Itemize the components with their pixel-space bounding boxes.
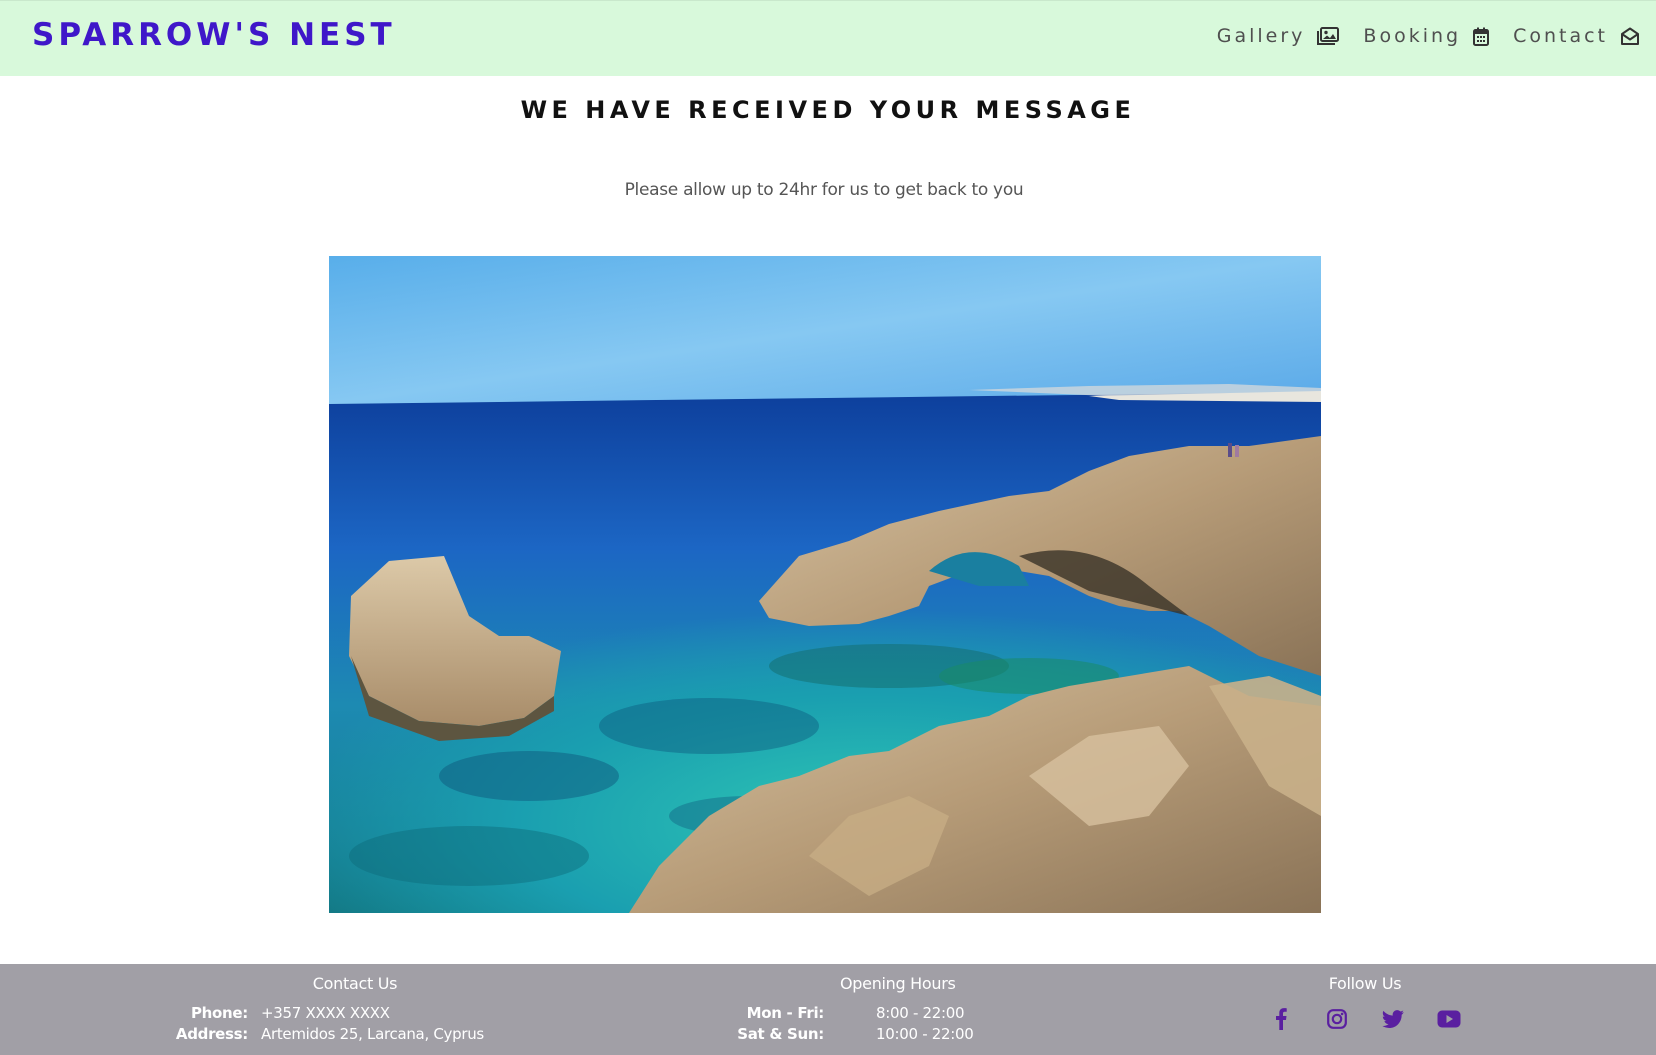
footer-hours-section: Opening Hours Mon - Fri: 8:00 - 22:00 Sa… (737, 974, 1050, 1043)
nav-booking-label: Booking (1363, 25, 1462, 47)
footer-hours-title: Opening Hours (840, 974, 956, 993)
hero-image (329, 256, 1321, 913)
calendar-icon (1473, 27, 1490, 46)
youtube-icon[interactable] (1432, 1007, 1466, 1031)
facebook-icon[interactable] (1264, 1007, 1298, 1031)
footer-follow-title: Follow Us (1328, 974, 1402, 993)
weekend-hours-value: 10:00 - 22:00 (876, 1025, 974, 1043)
images-icon (1317, 27, 1340, 45)
phone-label: Phone: (190, 1004, 248, 1022)
envelope-open-icon (1620, 27, 1640, 46)
weekend-hours-label: Sat & Sun: (737, 1025, 824, 1043)
phone-value: +357 XXXX XXXX (261, 1004, 390, 1022)
footer-follow-section: Follow Us (1220, 974, 1510, 1031)
footer-contact-section: Contact Us Phone: +357 XXXX XXXX Address… (176, 974, 530, 1043)
nav-links: Gallery Booking Contact (1217, 25, 1640, 47)
footer: Contact Us Phone: +357 XXXX XXXX Address… (0, 964, 1656, 1055)
address-label: Address: (175, 1025, 248, 1043)
nav-gallery-link[interactable]: Gallery (1217, 25, 1340, 47)
weekday-hours-value: 8:00 - 22:00 (876, 1004, 965, 1022)
nav-contact-label: Contact (1513, 25, 1608, 47)
nav-contact-link[interactable]: Contact (1513, 25, 1640, 47)
page-subtext: Please allow up to 24hr for us to get ba… (624, 180, 1024, 200)
address-value: Artemidos 25, Larcana, Cyprus (261, 1025, 484, 1043)
navbar: SPARROW'S NEST Gallery Booking Contact (0, 0, 1656, 76)
brand-logo-link[interactable]: SPARROW'S NEST (32, 17, 396, 53)
twitter-icon[interactable] (1376, 1007, 1410, 1031)
weekday-hours-label: Mon - Fri: (746, 1004, 825, 1022)
nav-booking-link[interactable]: Booking (1363, 25, 1490, 47)
footer-contact-title: Contact Us (312, 974, 398, 993)
instagram-icon[interactable] (1320, 1007, 1354, 1031)
page-heading: WE HAVE RECEIVED YOUR MESSAGE (520, 96, 1136, 124)
nav-gallery-label: Gallery (1216, 25, 1306, 47)
social-links (1220, 1007, 1510, 1031)
